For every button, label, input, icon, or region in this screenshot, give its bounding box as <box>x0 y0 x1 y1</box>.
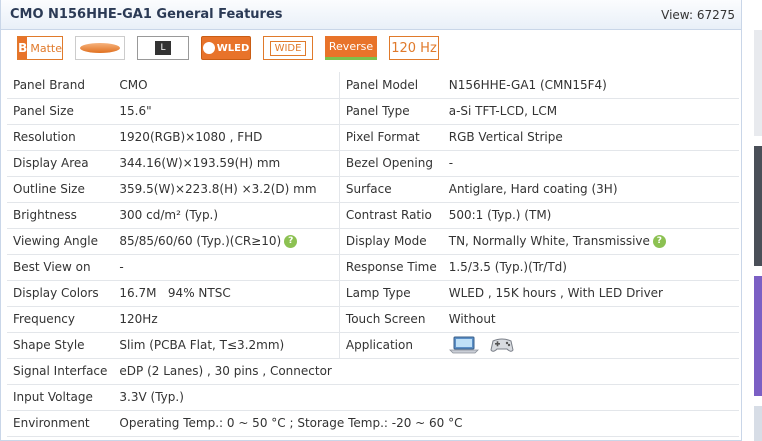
spec-value: 15.6" <box>113 98 340 125</box>
aspect-label: L <box>155 41 171 55</box>
spec-value: 16.7M 94% NTSC <box>113 280 340 307</box>
table-row: Best View on - Response Time 1.5/3.5 (Ty… <box>7 254 739 281</box>
reverse-label: Reverse <box>328 40 374 53</box>
spec-value: Antiglare, Hard coating (3H) <box>442 176 739 203</box>
spec-value-cell: 85/85/60/60 (Typ.)(CR≥10)? <box>113 228 340 255</box>
spec-label: Input Voltage <box>7 384 114 411</box>
ad-thumbnail[interactable] <box>754 30 762 136</box>
spec-label: Display Area <box>7 150 114 177</box>
spec-label: Panel Brand <box>7 72 114 99</box>
spec-value: 1920(RGB)×1080 , FHD <box>113 124 340 151</box>
spec-value: WLED , 15K hours , With LED Driver <box>442 280 739 307</box>
matte-label: Matte <box>30 41 62 55</box>
spec-value: N156HHE-GA1 (CMN15F4) <box>442 72 739 99</box>
spec-label: Lamp Type <box>339 280 443 307</box>
table-row: Panel Brand CMO Panel Model N156HHE-GA1 … <box>7 72 739 99</box>
table-row: Signal Interface eDP (2 Lanes) , 30 pins… <box>7 358 739 385</box>
matte-mark: B <box>18 37 28 59</box>
wled-badge[interactable]: WLED <box>201 36 251 60</box>
matte-badge[interactable]: B Matte <box>17 36 63 60</box>
spec-value: 359.5(W)×223.8(H) ×3.2(D) mm <box>113 176 340 203</box>
view-count: View: 67275 <box>661 7 735 22</box>
spec-table: Panel Brand CMO Panel Model N156HHE-GA1 … <box>7 72 739 437</box>
wled-label: WLED <box>216 42 250 54</box>
spec-label: Frequency <box>7 306 114 333</box>
spec-label: Outline Size <box>7 176 114 203</box>
spec-label: Contrast Ratio <box>339 202 443 229</box>
spec-value: 120Hz <box>113 306 340 333</box>
spec-value: 85/85/60/60 (Typ.)(CR≥10) <box>119 234 282 248</box>
spec-label: Environment <box>7 410 114 437</box>
spec-value: 500:1 (Typ.) (TM) <box>442 202 739 229</box>
spec-value: CMO <box>113 72 340 99</box>
table-row: Panel Size 15.6" Panel Type a-Si TFT-LCD… <box>7 98 739 125</box>
spec-label: Bezel Opening <box>339 150 443 177</box>
right-rail <box>742 0 762 441</box>
spec-value: - <box>113 254 340 281</box>
spec-value: TN, Normally White, Transmissive <box>448 234 650 248</box>
spec-value: 300 cd/m² (Typ.) <box>113 202 340 229</box>
bulb-icon <box>202 42 215 54</box>
page-title: CMO N156HHE-GA1 General Features <box>10 7 283 22</box>
spec-label: Surface <box>339 176 443 203</box>
table-row: Viewing Angle 85/85/60/60 (Typ.)(CR≥10)?… <box>7 228 739 255</box>
spec-label: Touch Screen <box>339 306 443 333</box>
spec-label: Panel Model <box>339 72 443 99</box>
spec-value: Without <box>442 306 739 333</box>
application-icons <box>442 332 739 359</box>
wide-label: WIDE <box>269 40 307 56</box>
spec-value: RGB Vertical Stripe <box>442 124 739 151</box>
ad-thumbnail[interactable] <box>754 406 762 441</box>
help-icon[interactable]: ? <box>652 235 666 248</box>
table-row: Input Voltage 3.3V (Typ.) <box>7 384 739 411</box>
aspect-badge[interactable]: L <box>137 36 189 60</box>
spec-value: - <box>442 150 739 177</box>
refresh-badge[interactable]: 120 Hz <box>389 36 439 60</box>
table-row: Outline Size 359.5(W)×223.8(H) ×3.2(D) m… <box>7 176 739 203</box>
spec-label: Application <box>339 332 443 359</box>
ad-thumbnail[interactable] <box>754 276 762 396</box>
laptop-icon[interactable] <box>448 335 479 355</box>
panel-header: CMO N156HHE-GA1 General Features View: 6… <box>1 0 741 30</box>
spec-label: Display Colors <box>7 280 114 307</box>
spec-label: Shape Style <box>7 332 114 359</box>
gamepad-icon[interactable] <box>489 335 515 355</box>
table-row: Frequency 120Hz Touch Screen Without <box>7 306 739 333</box>
refresh-label: 120 Hz <box>391 40 437 56</box>
spec-label: Panel Size <box>7 98 114 125</box>
table-row: Shape Style Slim (PCBA Flat, T≤3.2mm) Ap… <box>7 332 739 359</box>
spec-value-cell: TN, Normally White, Transmissive? <box>442 228 739 255</box>
spec-label: Resolution <box>7 124 114 151</box>
reverse-badge[interactable]: Reverse <box>325 36 377 60</box>
spec-label: Panel Type <box>339 98 443 125</box>
spec-label: Best View on <box>7 254 114 281</box>
table-row: Environment Operating Temp.: 0 ~ 50 °C ;… <box>7 410 739 437</box>
spec-label: Brightness <box>7 202 114 229</box>
spec-label: Signal Interface <box>7 358 114 385</box>
spec-value: 344.16(W)×193.59(H) mm <box>113 150 340 177</box>
spec-value: a-Si TFT-LCD, LCM <box>442 98 739 125</box>
spec-value: Slim (PCBA Flat, T≤3.2mm) <box>113 332 340 359</box>
spec-value: eDP (2 Lanes) , 30 pins , Connector <box>113 358 739 385</box>
spec-label: Display Mode <box>339 228 443 255</box>
feature-badges: B Matte L WLED WIDE Reverse 120 Hz <box>1 30 741 66</box>
table-row: Display Area 344.16(W)×193.59(H) mm Beze… <box>7 150 739 177</box>
spec-value: 3.3V (Typ.) <box>113 384 739 411</box>
spec-value: 1.5/3.5 (Typ.)(Tr/Td) <box>442 254 739 281</box>
spec-value: Operating Temp.: 0 ~ 50 °C ; Storage Tem… <box>113 410 739 437</box>
table-row: Resolution 1920(RGB)×1080 , FHD Pixel Fo… <box>7 124 739 151</box>
spec-label: Pixel Format <box>339 124 443 151</box>
spec-label: Response Time <box>339 254 443 281</box>
wide-badge[interactable]: WIDE <box>263 36 313 60</box>
help-icon[interactable]: ? <box>284 235 298 248</box>
ad-thumbnail[interactable] <box>754 146 762 266</box>
lens-badge-icon[interactable] <box>75 36 125 60</box>
table-row: Brightness 300 cd/m² (Typ.) Contrast Rat… <box>7 202 739 229</box>
table-row: Display Colors 16.7M 94% NTSC Lamp Type … <box>7 280 739 307</box>
spec-label: Viewing Angle <box>7 228 114 255</box>
